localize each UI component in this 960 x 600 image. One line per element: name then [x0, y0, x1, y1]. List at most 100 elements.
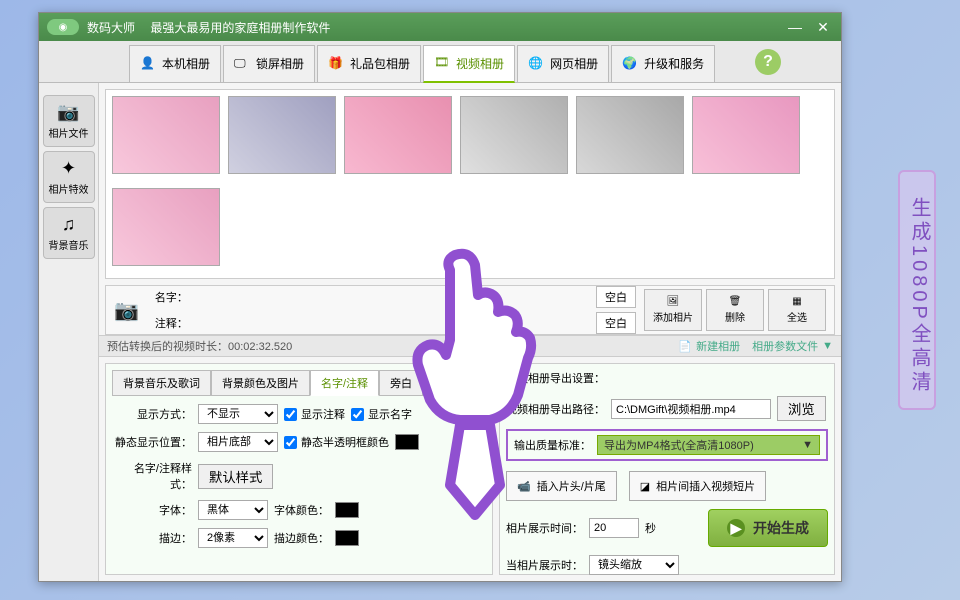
play-icon: ▶: [727, 519, 745, 537]
thumbnail[interactable]: [460, 96, 568, 174]
quality-label: 输出质量标准：: [514, 437, 591, 453]
left-settings-panel: 背景音乐及歌词 背景颜色及图片 名字/注释 旁白 水印 显示方式： 不显示 显示…: [105, 363, 493, 575]
person-icon: 👤: [140, 56, 156, 72]
clear-note-button[interactable]: 空白: [596, 312, 636, 334]
minimize-button[interactable]: —: [785, 19, 805, 35]
gift-icon: 🎁: [328, 56, 344, 72]
world-icon: 🌍: [622, 56, 638, 72]
help-button[interactable]: ?: [755, 49, 781, 75]
note-label: 注释：: [155, 315, 188, 331]
display-time-input[interactable]: [589, 518, 639, 538]
plus-icon: 📄: [678, 340, 692, 353]
tab-video-album[interactable]: 🎞视频相册: [423, 45, 515, 83]
export-path-label: 视频相册导出路径：: [506, 401, 605, 417]
insert-head-tail-button[interactable]: 📹插入片头/片尾: [506, 471, 617, 501]
thumbnail[interactable]: [112, 96, 220, 174]
sidebar-bg-music[interactable]: ♫背景音乐: [43, 207, 95, 259]
tab-local-album[interactable]: 👤本机相册: [129, 45, 221, 83]
stroke-color-swatch[interactable]: [335, 530, 359, 546]
add-icon: 🖼: [667, 296, 680, 307]
subtab-bg[interactable]: 背景颜色及图片: [211, 370, 310, 396]
subtabs: 背景音乐及歌词 背景颜色及图片 名字/注释 旁白 水印: [112, 370, 486, 396]
quality-select[interactable]: 导出为MP4格式(全高清1080P)▼: [597, 435, 820, 455]
display-time-label: 相片展示时间：: [506, 520, 583, 536]
stroke-select[interactable]: 2像素: [198, 528, 268, 548]
status-bar: 预估转换后的视频时长：00:02:32.520 📄新建相册 相册参数文件 ▼: [99, 335, 841, 357]
browse-button[interactable]: 浏览: [777, 396, 826, 421]
style-label: 名字/注释样式：: [112, 460, 192, 492]
app-name: 数码大师: [87, 21, 135, 35]
subtab-music[interactable]: 背景音乐及歌词: [112, 370, 211, 396]
stroke-label: 描边：: [112, 530, 192, 546]
app-window: ◉ 数码大师 最强大最易用的家庭相册制作软件 — ✕ 👤本机相册 🖵锁屏相册 🎁…: [38, 12, 842, 582]
display-mode-select[interactable]: 不显示: [198, 404, 278, 424]
camera-icon: 📷: [57, 102, 79, 123]
subtab-watermark[interactable]: 水印: [423, 370, 467, 396]
subtab-narration[interactable]: 旁白: [379, 370, 423, 396]
font-label: 字体：: [112, 502, 192, 518]
film-icon: 🎞: [434, 55, 450, 71]
monitor-icon: 🖵: [234, 56, 250, 72]
thumbnail[interactable]: [112, 188, 220, 266]
export-title: 视频相册导出设置：: [506, 370, 828, 386]
select-all-button[interactable]: ▦全选: [768, 289, 826, 331]
static-pos-label: 静态显示位置：: [112, 434, 192, 450]
tab-web-album[interactable]: 🌐网页相册: [517, 45, 609, 83]
duration-text: 预估转换后的视频时长：00:02:32.520: [107, 338, 292, 354]
font-color-swatch[interactable]: [335, 502, 359, 518]
subtab-name-note[interactable]: 名字/注释: [310, 370, 379, 396]
video-icon: 📹: [517, 480, 531, 493]
thumbnail[interactable]: [344, 96, 452, 174]
tab-upgrade[interactable]: 🌍升级和服务: [611, 45, 715, 83]
delete-button[interactable]: 🗑删除: [706, 289, 764, 331]
album-params-link[interactable]: 相册参数文件 ▼: [752, 338, 833, 354]
frame-color-checkbox[interactable]: 静态半透明框颜色: [284, 434, 389, 450]
info-bar: 📷 名字： 空白 注释： 空白 🖼添加相片 🗑删除 ▦全选: [105, 285, 835, 335]
sidebar-photo-files[interactable]: 📷相片文件: [43, 95, 95, 147]
current-mode-select[interactable]: 镜头缩放: [589, 555, 679, 575]
font-color-label: 字体颜色：: [274, 502, 329, 518]
export-settings-panel: 视频相册导出设置： 视频相册导出路径： 浏览 输出质量标准： 导出为MP4格式(…: [499, 363, 835, 575]
side-banner: 生成1080P全高清: [898, 170, 936, 410]
stroke-color-label: 描边颜色：: [274, 530, 329, 546]
app-logo-icon: ◉: [47, 19, 79, 35]
app-tagline: 最强大最易用的家庭相册制作软件: [150, 21, 330, 35]
static-pos-select[interactable]: 相片底部: [198, 432, 278, 452]
insert-clip-button[interactable]: ◪相片间插入视频短片: [629, 471, 766, 501]
thumbnail-grid: [105, 89, 835, 279]
sidebar: 📷相片文件 ✦相片特效 ♫背景音乐: [39, 83, 99, 581]
frame-color-swatch[interactable]: [395, 434, 419, 450]
quality-highlight: 输出质量标准： 导出为MP4格式(全高清1080P)▼: [506, 429, 828, 461]
seconds-label: 秒: [645, 520, 656, 536]
chevron-down-icon: ▼: [802, 439, 813, 451]
titlebar: ◉ 数码大师 最强大最易用的家庭相册制作软件 — ✕: [39, 13, 841, 41]
start-generate-button[interactable]: ▶开始生成: [708, 509, 828, 547]
name-label: 名字：: [155, 289, 188, 305]
add-photo-button[interactable]: 🖼添加相片: [644, 289, 702, 331]
sidebar-photo-effects[interactable]: ✦相片特效: [43, 151, 95, 203]
new-album-link[interactable]: 📄新建相册: [678, 338, 740, 354]
grid-icon: ▦: [792, 296, 801, 307]
close-button[interactable]: ✕: [813, 19, 833, 35]
font-select[interactable]: 黑体: [198, 500, 268, 520]
sparkle-icon: ✦: [61, 158, 76, 179]
default-style-button[interactable]: 默认样式: [198, 464, 273, 489]
current-mode-label: 当相片展示时：: [506, 557, 583, 573]
thumbnail[interactable]: [228, 96, 336, 174]
music-icon: ♫: [62, 214, 76, 235]
trash-icon: 🗑: [729, 296, 742, 307]
camera-icon: 📷: [114, 298, 139, 323]
main-tabs: 👤本机相册 🖵锁屏相册 🎁礼品包相册 🎞视频相册 🌐网页相册 🌍升级和服务 ?: [39, 41, 841, 83]
export-path-input[interactable]: [611, 399, 771, 419]
show-note-checkbox[interactable]: 显示注释: [284, 406, 345, 422]
globe-icon: 🌐: [528, 56, 544, 72]
show-name-checkbox[interactable]: 显示名字: [351, 406, 412, 422]
tab-gift-album[interactable]: 🎁礼品包相册: [317, 45, 421, 83]
clear-name-button[interactable]: 空白: [596, 286, 636, 308]
display-mode-label: 显示方式：: [112, 406, 192, 422]
titlebar-text: 数码大师 最强大最易用的家庭相册制作软件: [87, 19, 785, 36]
thumbnail[interactable]: [692, 96, 800, 174]
tab-lock-album[interactable]: 🖵锁屏相册: [223, 45, 315, 83]
thumbnail[interactable]: [576, 96, 684, 174]
clip-icon: ◪: [640, 480, 650, 493]
